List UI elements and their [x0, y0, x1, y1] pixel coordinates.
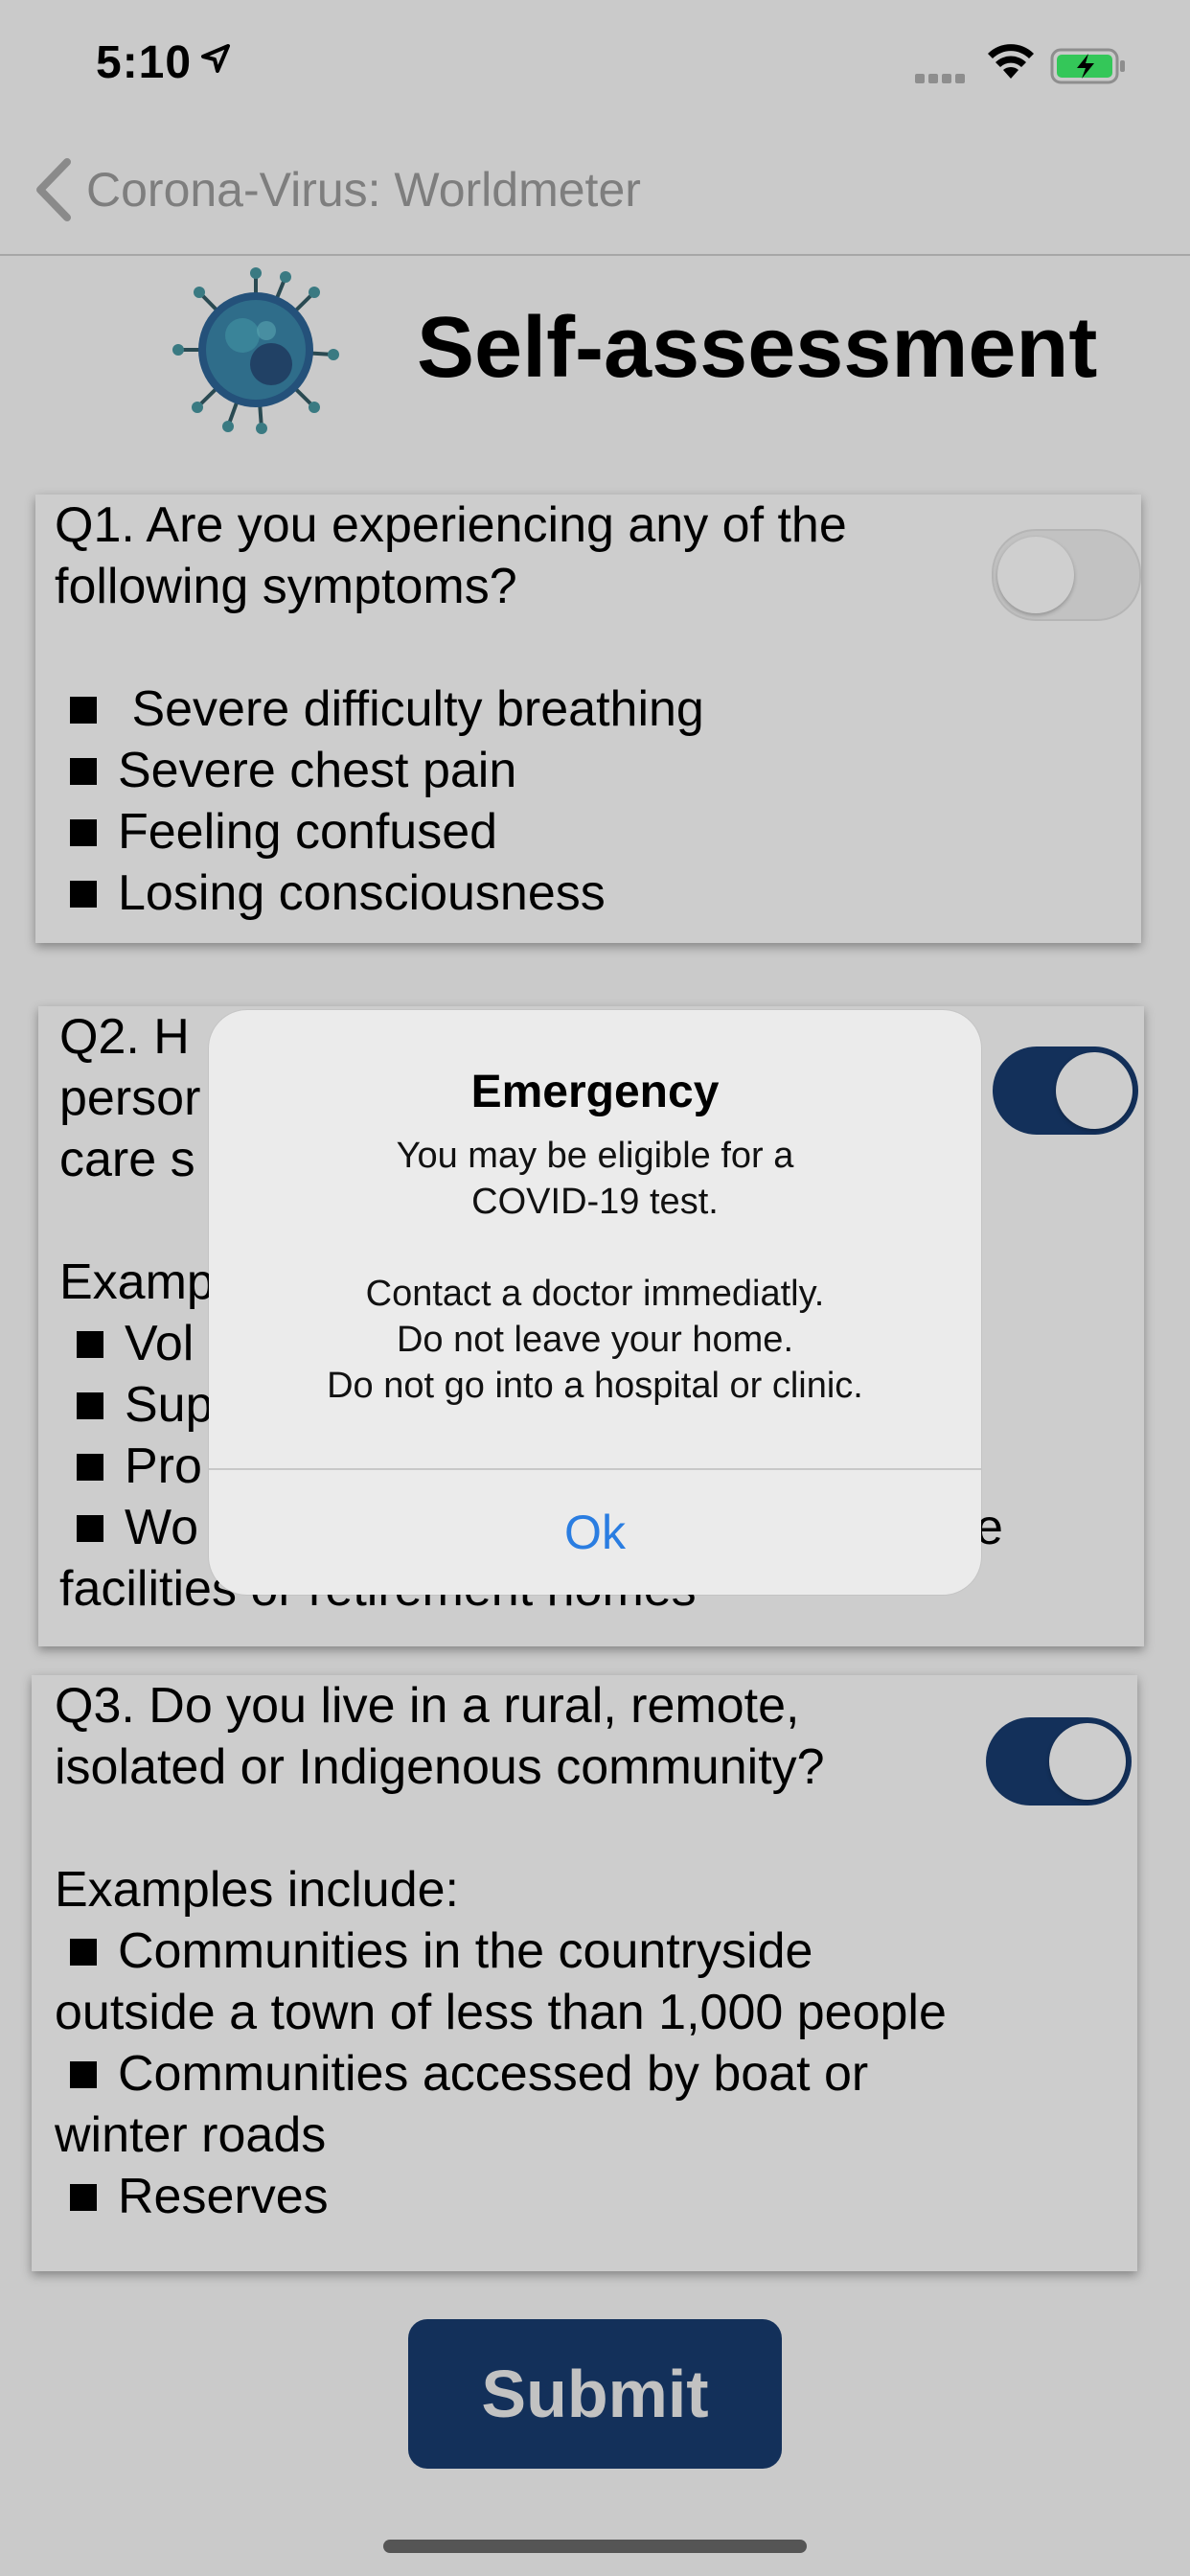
q1-symptom-item: Losing consciousness [70, 862, 606, 924]
alert-message-line: You may be eligible for a [396, 1136, 794, 1176]
q3-example-item-continuation: outside a town of less than 1,000 people [55, 1985, 947, 2040]
emergency-alert-dialog: Emergency You may be eligible for a COVI… [209, 1010, 981, 1595]
bullet-icon [70, 758, 97, 785]
q1-symptom-item: Severe chest pain [70, 740, 516, 801]
bullet-icon [77, 1515, 103, 1542]
q2-question-line-2: persor [59, 1070, 201, 1126]
q3-example-item: Communities in the countryside [70, 1920, 812, 1982]
alert-message-line: Do not leave your home. [396, 1320, 793, 1360]
alert-title: Emergency [470, 1067, 720, 1117]
bullet-icon [70, 2184, 97, 2211]
alert-message: You may be eligible for a COVID-19 test.… [209, 1133, 981, 1409]
question-card-q3: Q3. Do you live in a rural, remote, isol… [32, 1675, 1137, 2271]
page-header: Self-assessment [0, 259, 1190, 436]
bullet-icon [70, 819, 97, 846]
wifi-icon [988, 44, 1034, 79]
bullet-icon [70, 2061, 97, 2088]
status-time: 5:10 [96, 37, 193, 88]
chevron-left-icon[interactable] [33, 158, 75, 221]
toggle-knob [997, 537, 1074, 613]
toggle-knob [1056, 1052, 1133, 1129]
location-arrow-icon [201, 44, 230, 73]
q1-question-line-1: Q1. Are you experiencing any of the [55, 497, 847, 553]
q2-example-item: Pro [77, 1436, 202, 1497]
home-indicator[interactable] [383, 2540, 807, 2553]
q1-toggle[interactable] [992, 529, 1141, 621]
bullet-icon [70, 697, 97, 724]
virus-icon [172, 267, 339, 434]
alert-message-line: Do not go into a hospital or clinic. [327, 1366, 863, 1406]
q2-examples-label: Examp [59, 1254, 215, 1310]
toggle-knob [1049, 1723, 1126, 1800]
q3-example-item: Communities accessed by boat or [70, 2043, 868, 2104]
alert-message-line: COVID-19 test. [471, 1182, 719, 1222]
q1-question-line-2: following symptoms? [55, 559, 517, 614]
q2-question-line-3: care s [59, 1132, 195, 1187]
battery-charging-icon [1050, 48, 1125, 84]
q3-toggle[interactable] [986, 1717, 1132, 1806]
q1-symptom-item: Feeling confused [70, 801, 497, 862]
q2-example-item: Wo [77, 1497, 198, 1558]
q3-example-item: Reserves [70, 2166, 329, 2227]
cellular-signal-icon [915, 71, 969, 88]
submit-button[interactable]: Submit [408, 2319, 782, 2469]
alert-message-line [209, 1225, 981, 1271]
alert-message-line: Contact a doctor immediatly. [365, 1274, 825, 1314]
bullet-icon [77, 1454, 103, 1481]
q2-toggle[interactable] [993, 1046, 1138, 1135]
status-bar: 5:10 [0, 0, 1190, 129]
q1-symptom-item: Severe difficulty breathing [70, 678, 704, 740]
bullet-icon [77, 1392, 103, 1419]
alert-ok-button[interactable]: Ok [209, 1470, 981, 1595]
question-card-q1: Q1. Are you experiencing any of the foll… [35, 494, 1141, 943]
q2-question-line-1: Q2. H [59, 1009, 190, 1065]
bullet-icon [70, 881, 97, 908]
q2-example-item: Sup [77, 1374, 214, 1436]
bullet-icon [77, 1331, 103, 1358]
q2-example-item: Vol [77, 1313, 194, 1374]
back-button[interactable]: Corona-Virus: Worldmeter [86, 162, 641, 218]
bullet-icon [70, 1939, 97, 1966]
navigation-bar: Corona-Virus: Worldmeter [0, 129, 1190, 256]
q3-question-line-1: Q3. Do you live in a rural, remote, [55, 1678, 800, 1734]
q3-question-line-2: isolated or Indigenous community? [55, 1739, 825, 1795]
page-title: Self-assessment [417, 300, 1098, 396]
q3-examples-label: Examples include: [55, 1862, 459, 1918]
q3-example-item-continuation: winter roads [55, 2107, 327, 2163]
